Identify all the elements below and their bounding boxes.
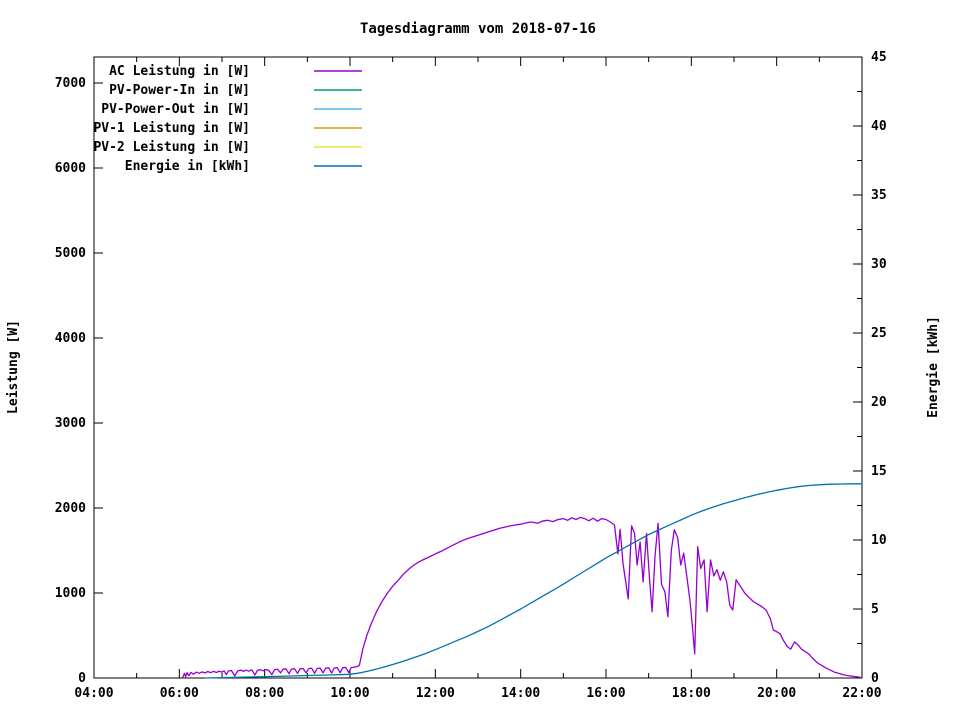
x-tick-label: 04:00 bbox=[74, 686, 113, 701]
x-tick-label: 12:00 bbox=[416, 686, 455, 701]
y-right-tick-label: 40 bbox=[871, 119, 887, 134]
x-tick-label: 10:00 bbox=[330, 686, 369, 701]
y-right-tick-label: 5 bbox=[871, 602, 879, 617]
y-right-tick-label: 15 bbox=[871, 464, 887, 479]
x-tick-label: 06:00 bbox=[160, 686, 199, 701]
x-tick-label: 08:00 bbox=[245, 686, 284, 701]
chart-title: Tagesdiagramm vom 2018-07-16 bbox=[360, 21, 596, 37]
y-right-tick-label: 10 bbox=[871, 533, 887, 548]
y-left-tick-label: 3000 bbox=[55, 416, 86, 431]
y-left-tick-label: 6000 bbox=[55, 161, 86, 176]
y-left-axis-label: Leistung [W] bbox=[6, 320, 21, 414]
y-left-tick-label: 0 bbox=[78, 671, 86, 686]
plot-layer: 04:00 06:00 08:00 10:00 12:00 14:00 16:00 18:00… bbox=[55, 50, 887, 701]
y-left-tick-label: 5000 bbox=[55, 246, 86, 261]
x-tick-label: 20:00 bbox=[757, 686, 796, 701]
y-right-tick-label: 25 bbox=[871, 326, 887, 341]
y-right-tick-label: 45 bbox=[871, 50, 887, 65]
y-left-tick-label: 7000 bbox=[55, 76, 86, 91]
y-left-tick-label: 2000 bbox=[55, 501, 86, 516]
legend-label: AC Leistung in [W] bbox=[109, 64, 250, 79]
tagesdiagramm-chart: Tagesdiagramm vom 2018-07-16 Leistung [W… bbox=[0, 0, 960, 720]
y-right-tick-label: 30 bbox=[871, 257, 887, 272]
x-tick-label: 22:00 bbox=[842, 686, 881, 701]
x-tick-label: 14:00 bbox=[501, 686, 540, 701]
series-line-energie-in-kwh bbox=[204, 483, 863, 679]
legend-label: PV-Power-In in [W] bbox=[109, 83, 250, 98]
y-right-axis-label: Energie [kWh] bbox=[926, 316, 941, 418]
legend-label: PV-2 Leistung in [W] bbox=[93, 140, 250, 155]
x-tick-label: 18:00 bbox=[672, 686, 711, 701]
x-tick-label: 16:00 bbox=[586, 686, 625, 701]
legend-label: PV-1 Leistung in [W] bbox=[93, 121, 250, 136]
series-line-ac-leistung-in-w bbox=[182, 516, 861, 679]
y-left-tick-label: 4000 bbox=[55, 331, 86, 346]
legend-label: Energie in [kWh] bbox=[125, 159, 250, 174]
y-right-tick-label: 20 bbox=[871, 395, 887, 410]
y-right-tick-label: 0 bbox=[871, 671, 879, 686]
legend-label: PV-Power-Out in [W] bbox=[101, 102, 250, 117]
chart-canvas: Tagesdiagramm vom 2018-07-16 Leistung [W… bbox=[6, 21, 941, 701]
y-left-tick-label: 1000 bbox=[55, 586, 86, 601]
y-right-tick-label: 35 bbox=[871, 188, 887, 203]
